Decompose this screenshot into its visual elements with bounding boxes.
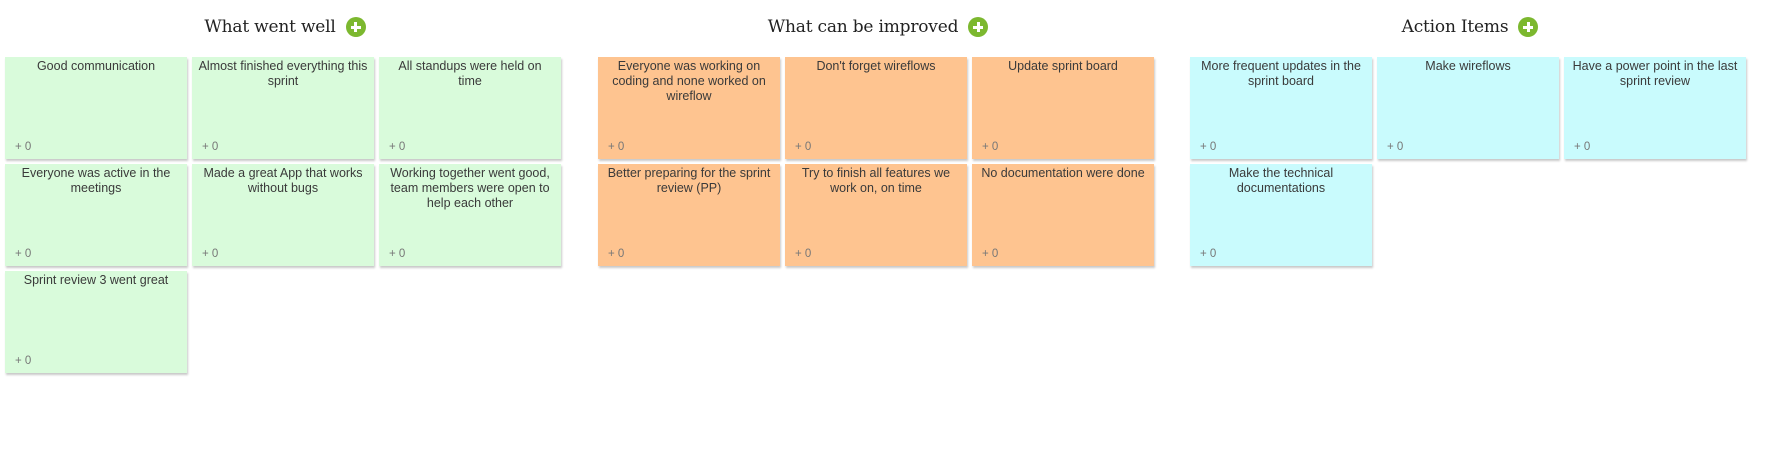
card-text: Don't forget wireflows <box>816 59 936 73</box>
add-card-icon[interactable] <box>345 17 366 37</box>
card-text: Better preparing for the sprint review (… <box>607 166 771 195</box>
column-title: What went well <box>204 17 336 37</box>
card[interactable]: Don't forget wireflows + 0 <box>785 57 967 159</box>
column-title: What can be improved <box>767 17 959 37</box>
column-what-went-well: What went well Good communication + 0 Alm… <box>5 0 565 373</box>
card-text: Sprint review 3 went great <box>23 273 169 287</box>
card[interactable]: All standups were held on time + 0 <box>379 57 561 159</box>
vote-button[interactable]: + 0 <box>15 355 31 367</box>
vote-button[interactable]: + 0 <box>795 141 811 153</box>
vote-button[interactable]: + 0 <box>982 141 998 153</box>
card-text: Almost finished everything this sprint <box>198 59 368 88</box>
column-action-items: Action Items More frequent updates in th… <box>1190 0 1750 266</box>
vote-button[interactable]: + 0 <box>15 141 31 153</box>
vote-button[interactable]: + 0 <box>15 248 31 260</box>
card-text: Have a power point in the last sprint re… <box>1572 59 1738 88</box>
card-list: Everyone was working on coding and none … <box>598 57 1158 266</box>
card[interactable]: Try to finish all features we work on, o… <box>785 164 967 266</box>
add-card-icon[interactable] <box>968 17 989 37</box>
card-list: More frequent updates in the sprint boar… <box>1190 57 1750 266</box>
vote-button[interactable]: + 0 <box>1200 248 1216 260</box>
vote-button[interactable]: + 0 <box>389 248 405 260</box>
retro-board: What went well Good communication + 0 Alm… <box>0 0 1776 466</box>
card[interactable]: Update sprint board + 0 <box>972 57 1154 159</box>
card-text: Update sprint board <box>1008 59 1118 73</box>
card[interactable]: Almost finished everything this sprint + … <box>192 57 374 159</box>
card-text: Make the technical documentations <box>1228 166 1334 195</box>
card[interactable]: Working together went good, team members… <box>379 164 561 266</box>
card-text: Good communication <box>36 59 156 73</box>
vote-button[interactable]: + 0 <box>608 248 624 260</box>
card[interactable]: Sprint review 3 went great + 0 <box>5 271 187 373</box>
vote-button[interactable]: + 0 <box>608 141 624 153</box>
vote-button[interactable]: + 0 <box>1574 141 1590 153</box>
card-text: Made a great App that works without bugs <box>203 166 363 195</box>
card-text: Try to finish all features we work on, o… <box>801 166 951 195</box>
vote-button[interactable]: + 0 <box>1387 141 1403 153</box>
column-what-can-be-improved: What can be improved Everyone was workin… <box>598 0 1158 266</box>
vote-button[interactable]: + 0 <box>795 248 811 260</box>
card[interactable]: More frequent updates in the sprint boar… <box>1190 57 1372 159</box>
card-text: Make wireflows <box>1425 59 1511 73</box>
column-title: Action Items <box>1401 17 1509 37</box>
column-header: Action Items <box>1190 0 1750 54</box>
card[interactable]: Make the technical documentations + 0 <box>1190 164 1372 266</box>
card-text: Working together went good, team members… <box>390 166 550 210</box>
card[interactable]: Good communication + 0 <box>5 57 187 159</box>
column-header: What went well <box>5 0 565 54</box>
card-text: Everyone was active in the meetings <box>21 166 171 195</box>
card[interactable]: No documentation were done + 0 <box>972 164 1154 266</box>
card-text: All standups were held on time <box>398 59 542 88</box>
card-text: Everyone was working on coding and none … <box>612 59 766 103</box>
card[interactable]: Have a power point in the last sprint re… <box>1564 57 1746 159</box>
card-text: More frequent updates in the sprint boar… <box>1201 59 1361 88</box>
vote-button[interactable]: + 0 <box>202 141 218 153</box>
add-card-icon[interactable] <box>1518 17 1539 37</box>
vote-button[interactable]: + 0 <box>202 248 218 260</box>
card[interactable]: Made a great App that works without bugs… <box>192 164 374 266</box>
vote-button[interactable]: + 0 <box>982 248 998 260</box>
card[interactable]: Make wireflows + 0 <box>1377 57 1559 159</box>
card[interactable]: Everyone was active in the meetings + 0 <box>5 164 187 266</box>
card-list: Good communication + 0 Almost finished ev… <box>5 57 565 373</box>
card[interactable]: Better preparing for the sprint review (… <box>598 164 780 266</box>
card-text: No documentation were done <box>981 166 1145 180</box>
vote-button[interactable]: + 0 <box>389 141 405 153</box>
column-header: What can be improved <box>598 0 1158 54</box>
card[interactable]: Everyone was working on coding and none … <box>598 57 780 159</box>
vote-button[interactable]: + 0 <box>1200 141 1216 153</box>
